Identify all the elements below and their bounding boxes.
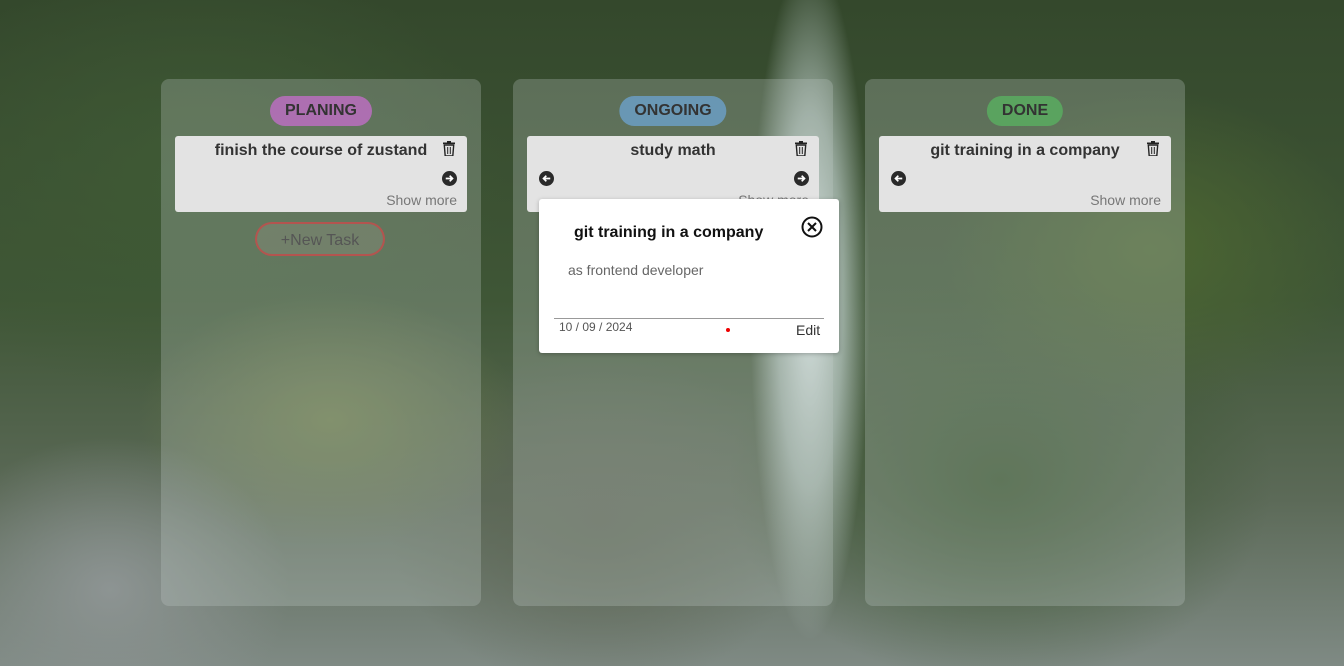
column-header-planing: PLANING (270, 96, 372, 126)
column-done: DONE git training in a company Show more (865, 79, 1185, 606)
arrow-right-icon[interactable] (794, 171, 809, 186)
task-title: git training in a company (930, 142, 1120, 159)
trash-icon[interactable] (795, 141, 807, 156)
arrow-left-icon[interactable] (891, 171, 906, 186)
task-title: study math (630, 142, 716, 159)
show-more-link[interactable]: Show more (386, 192, 457, 208)
modal-divider (554, 318, 824, 319)
edit-button[interactable]: Edit (796, 322, 820, 338)
column-header-ongoing: ONGOING (619, 96, 727, 126)
trash-icon[interactable] (1147, 141, 1159, 156)
task-detail-modal: git training in a company as frontend de… (539, 199, 839, 353)
task-card[interactable]: finish the course of zustand Show more (175, 136, 467, 212)
modal-date: 10 / 09 / 2024 (559, 320, 633, 334)
column-header-done: DONE (986, 96, 1064, 126)
close-icon[interactable] (801, 216, 823, 238)
trash-icon[interactable] (443, 141, 455, 156)
arrow-right-icon[interactable] (442, 171, 457, 186)
modal-description: as frontend developer (568, 262, 704, 278)
task-title: finish the course of zustand (214, 142, 428, 159)
new-task-button[interactable]: +New Task (255, 222, 385, 256)
column-planing: PLANING finish the course of zustand Sho… (161, 79, 481, 606)
show-more-link[interactable]: Show more (1090, 192, 1161, 208)
status-dot (726, 328, 730, 332)
task-card[interactable]: git training in a company Show more (879, 136, 1171, 212)
arrow-left-icon[interactable] (539, 171, 554, 186)
modal-title: git training in a company (574, 224, 764, 241)
